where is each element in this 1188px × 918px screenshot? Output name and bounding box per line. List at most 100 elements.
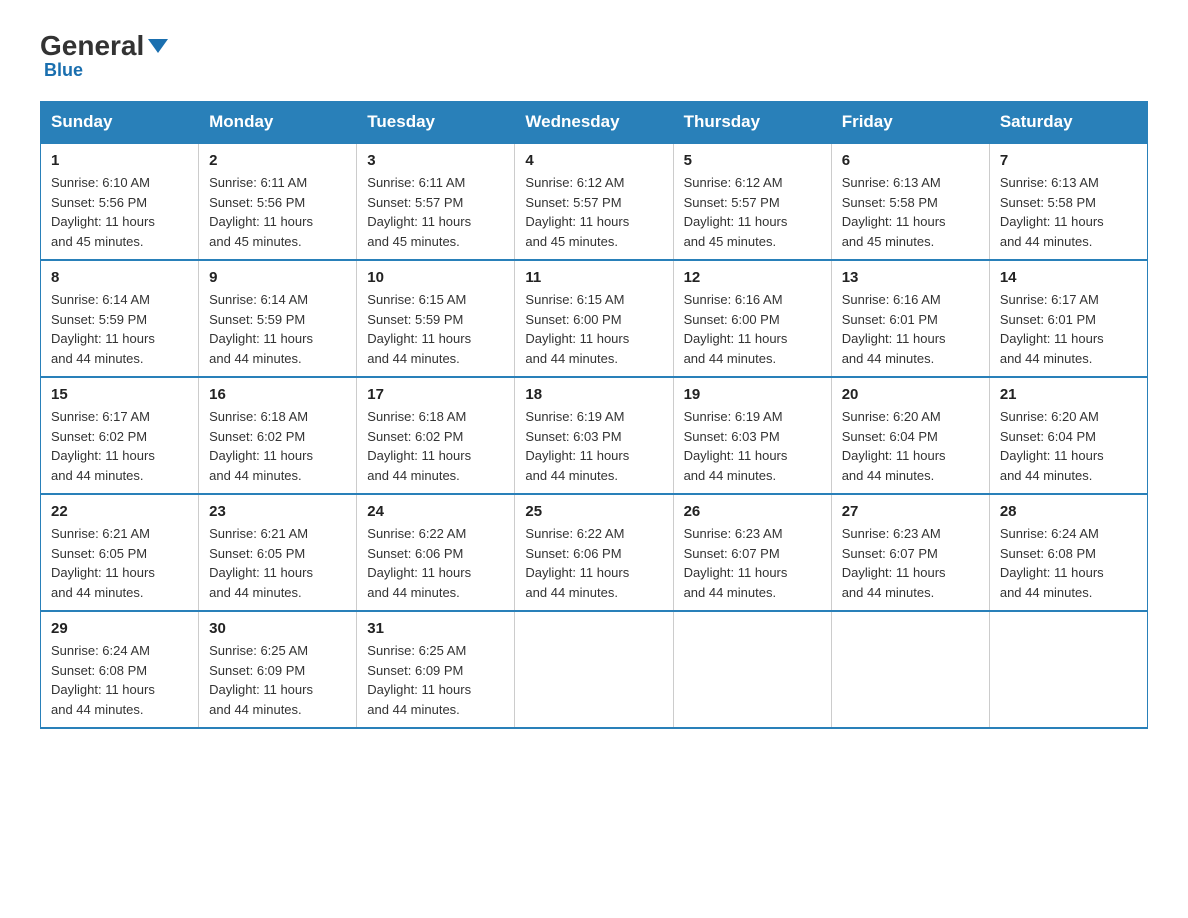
day-number: 12 <box>684 269 821 286</box>
calendar-cell: 30 Sunrise: 6:25 AM Sunset: 6:09 PM Dayl… <box>199 611 357 728</box>
day-number: 19 <box>684 386 821 403</box>
calendar-cell: 16 Sunrise: 6:18 AM Sunset: 6:02 PM Dayl… <box>199 377 357 494</box>
day-info: Sunrise: 6:24 AM Sunset: 6:08 PM Dayligh… <box>1000 524 1137 602</box>
week-row-1: 1 Sunrise: 6:10 AM Sunset: 5:56 PM Dayli… <box>41 143 1148 260</box>
day-number: 29 <box>51 620 188 637</box>
calendar-table: SundayMondayTuesdayWednesdayThursdayFrid… <box>40 101 1148 729</box>
day-info: Sunrise: 6:23 AM Sunset: 6:07 PM Dayligh… <box>684 524 821 602</box>
calendar-cell: 18 Sunrise: 6:19 AM Sunset: 6:03 PM Dayl… <box>515 377 673 494</box>
calendar-cell <box>831 611 989 728</box>
day-number: 27 <box>842 503 979 520</box>
calendar-cell: 26 Sunrise: 6:23 AM Sunset: 6:07 PM Dayl… <box>673 494 831 611</box>
day-info: Sunrise: 6:21 AM Sunset: 6:05 PM Dayligh… <box>51 524 188 602</box>
calendar-cell: 7 Sunrise: 6:13 AM Sunset: 5:58 PM Dayli… <box>989 143 1147 260</box>
day-number: 23 <box>209 503 346 520</box>
day-info: Sunrise: 6:10 AM Sunset: 5:56 PM Dayligh… <box>51 173 188 251</box>
page-header: General Blue <box>40 30 1148 81</box>
day-number: 28 <box>1000 503 1137 520</box>
day-number: 31 <box>367 620 504 637</box>
day-number: 4 <box>525 152 662 169</box>
logo-triangle-icon <box>148 39 168 53</box>
day-info: Sunrise: 6:14 AM Sunset: 5:59 PM Dayligh… <box>209 290 346 368</box>
calendar-cell: 6 Sunrise: 6:13 AM Sunset: 5:58 PM Dayli… <box>831 143 989 260</box>
calendar-cell: 28 Sunrise: 6:24 AM Sunset: 6:08 PM Dayl… <box>989 494 1147 611</box>
day-info: Sunrise: 6:21 AM Sunset: 6:05 PM Dayligh… <box>209 524 346 602</box>
calendar-cell: 8 Sunrise: 6:14 AM Sunset: 5:59 PM Dayli… <box>41 260 199 377</box>
day-info: Sunrise: 6:17 AM Sunset: 6:01 PM Dayligh… <box>1000 290 1137 368</box>
calendar-cell: 21 Sunrise: 6:20 AM Sunset: 6:04 PM Dayl… <box>989 377 1147 494</box>
day-number: 24 <box>367 503 504 520</box>
column-header-thursday: Thursday <box>673 102 831 144</box>
calendar-cell: 23 Sunrise: 6:21 AM Sunset: 6:05 PM Dayl… <box>199 494 357 611</box>
day-number: 10 <box>367 269 504 286</box>
day-info: Sunrise: 6:25 AM Sunset: 6:09 PM Dayligh… <box>209 641 346 719</box>
logo-general: General <box>40 30 144 62</box>
calendar-cell: 2 Sunrise: 6:11 AM Sunset: 5:56 PM Dayli… <box>199 143 357 260</box>
calendar-cell: 29 Sunrise: 6:24 AM Sunset: 6:08 PM Dayl… <box>41 611 199 728</box>
logo-blue: Blue <box>44 60 83 81</box>
logo: General Blue <box>40 30 168 81</box>
day-info: Sunrise: 6:15 AM Sunset: 6:00 PM Dayligh… <box>525 290 662 368</box>
calendar-cell: 9 Sunrise: 6:14 AM Sunset: 5:59 PM Dayli… <box>199 260 357 377</box>
day-number: 1 <box>51 152 188 169</box>
day-number: 30 <box>209 620 346 637</box>
day-number: 8 <box>51 269 188 286</box>
week-row-3: 15 Sunrise: 6:17 AM Sunset: 6:02 PM Dayl… <box>41 377 1148 494</box>
calendar-cell: 17 Sunrise: 6:18 AM Sunset: 6:02 PM Dayl… <box>357 377 515 494</box>
calendar-cell: 24 Sunrise: 6:22 AM Sunset: 6:06 PM Dayl… <box>357 494 515 611</box>
day-info: Sunrise: 6:16 AM Sunset: 6:00 PM Dayligh… <box>684 290 821 368</box>
day-number: 11 <box>525 269 662 286</box>
day-number: 26 <box>684 503 821 520</box>
week-row-4: 22 Sunrise: 6:21 AM Sunset: 6:05 PM Dayl… <box>41 494 1148 611</box>
day-number: 6 <box>842 152 979 169</box>
calendar-cell: 12 Sunrise: 6:16 AM Sunset: 6:00 PM Dayl… <box>673 260 831 377</box>
calendar-cell: 31 Sunrise: 6:25 AM Sunset: 6:09 PM Dayl… <box>357 611 515 728</box>
day-info: Sunrise: 6:15 AM Sunset: 5:59 PM Dayligh… <box>367 290 504 368</box>
column-header-monday: Monday <box>199 102 357 144</box>
logo-text: General <box>40 30 168 62</box>
calendar-cell: 13 Sunrise: 6:16 AM Sunset: 6:01 PM Dayl… <box>831 260 989 377</box>
calendar-cell <box>673 611 831 728</box>
day-info: Sunrise: 6:20 AM Sunset: 6:04 PM Dayligh… <box>842 407 979 485</box>
day-info: Sunrise: 6:14 AM Sunset: 5:59 PM Dayligh… <box>51 290 188 368</box>
calendar-cell: 4 Sunrise: 6:12 AM Sunset: 5:57 PM Dayli… <box>515 143 673 260</box>
day-info: Sunrise: 6:24 AM Sunset: 6:08 PM Dayligh… <box>51 641 188 719</box>
day-number: 14 <box>1000 269 1137 286</box>
day-info: Sunrise: 6:19 AM Sunset: 6:03 PM Dayligh… <box>684 407 821 485</box>
calendar-cell: 5 Sunrise: 6:12 AM Sunset: 5:57 PM Dayli… <box>673 143 831 260</box>
calendar-cell: 1 Sunrise: 6:10 AM Sunset: 5:56 PM Dayli… <box>41 143 199 260</box>
day-info: Sunrise: 6:23 AM Sunset: 6:07 PM Dayligh… <box>842 524 979 602</box>
day-number: 21 <box>1000 386 1137 403</box>
day-number: 2 <box>209 152 346 169</box>
day-number: 25 <box>525 503 662 520</box>
week-row-5: 29 Sunrise: 6:24 AM Sunset: 6:08 PM Dayl… <box>41 611 1148 728</box>
calendar-cell: 20 Sunrise: 6:20 AM Sunset: 6:04 PM Dayl… <box>831 377 989 494</box>
calendar-cell: 27 Sunrise: 6:23 AM Sunset: 6:07 PM Dayl… <box>831 494 989 611</box>
day-info: Sunrise: 6:16 AM Sunset: 6:01 PM Dayligh… <box>842 290 979 368</box>
day-number: 20 <box>842 386 979 403</box>
day-number: 5 <box>684 152 821 169</box>
day-number: 3 <box>367 152 504 169</box>
day-info: Sunrise: 6:17 AM Sunset: 6:02 PM Dayligh… <box>51 407 188 485</box>
day-info: Sunrise: 6:20 AM Sunset: 6:04 PM Dayligh… <box>1000 407 1137 485</box>
column-header-tuesday: Tuesday <box>357 102 515 144</box>
day-number: 7 <box>1000 152 1137 169</box>
day-info: Sunrise: 6:12 AM Sunset: 5:57 PM Dayligh… <box>525 173 662 251</box>
calendar-cell: 22 Sunrise: 6:21 AM Sunset: 6:05 PM Dayl… <box>41 494 199 611</box>
day-number: 17 <box>367 386 504 403</box>
day-number: 16 <box>209 386 346 403</box>
calendar-cell: 11 Sunrise: 6:15 AM Sunset: 6:00 PM Dayl… <box>515 260 673 377</box>
day-info: Sunrise: 6:18 AM Sunset: 6:02 PM Dayligh… <box>367 407 504 485</box>
calendar-cell: 3 Sunrise: 6:11 AM Sunset: 5:57 PM Dayli… <box>357 143 515 260</box>
calendar-cell: 19 Sunrise: 6:19 AM Sunset: 6:03 PM Dayl… <box>673 377 831 494</box>
day-number: 15 <box>51 386 188 403</box>
column-header-wednesday: Wednesday <box>515 102 673 144</box>
calendar-header-row: SundayMondayTuesdayWednesdayThursdayFrid… <box>41 102 1148 144</box>
calendar-cell: 14 Sunrise: 6:17 AM Sunset: 6:01 PM Dayl… <box>989 260 1147 377</box>
day-info: Sunrise: 6:22 AM Sunset: 6:06 PM Dayligh… <box>367 524 504 602</box>
day-info: Sunrise: 6:13 AM Sunset: 5:58 PM Dayligh… <box>842 173 979 251</box>
calendar-cell <box>515 611 673 728</box>
day-number: 9 <box>209 269 346 286</box>
day-number: 22 <box>51 503 188 520</box>
calendar-cell <box>989 611 1147 728</box>
